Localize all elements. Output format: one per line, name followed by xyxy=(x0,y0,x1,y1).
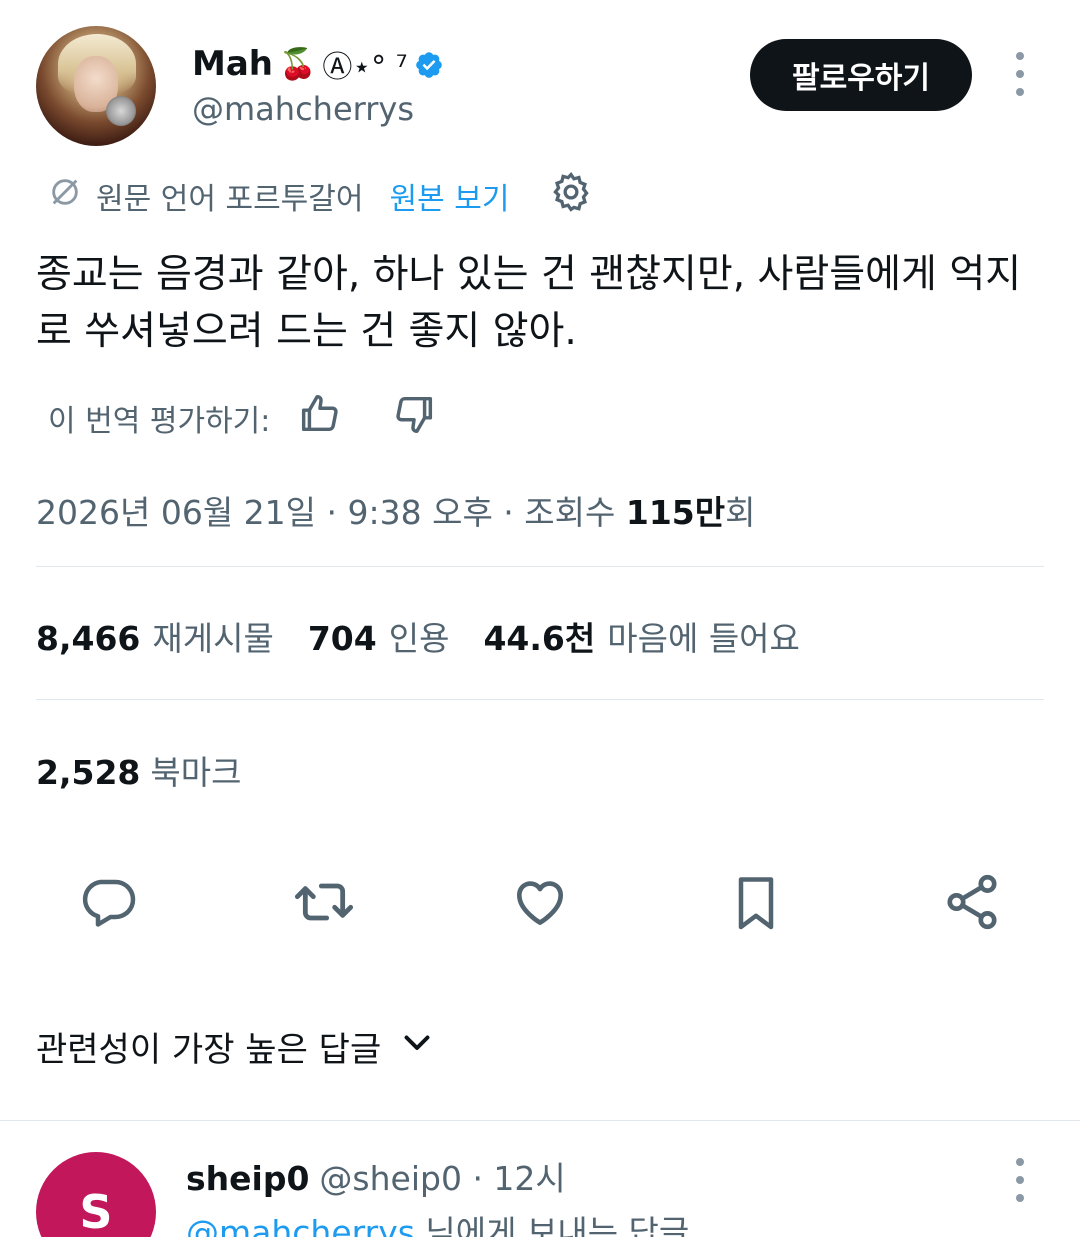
display-name-text: Mah xyxy=(192,44,273,84)
thumbs-down-icon[interactable] xyxy=(392,391,438,445)
cherry-emoji: 🍒 xyxy=(278,46,317,82)
translation-bar: 원문 언어 포르투갈어 원본 보기 xyxy=(48,170,593,222)
divider xyxy=(36,566,1044,567)
thumbs-up-icon[interactable] xyxy=(296,391,342,445)
likes-count: 44.6천 xyxy=(483,619,596,658)
reply-display-name[interactable]: sheip0 xyxy=(186,1159,309,1198)
retweets-label: 재게시물 xyxy=(152,619,274,658)
divider xyxy=(0,1120,1080,1121)
bookmarks-count: 2,528 xyxy=(36,753,141,792)
engagement-stats: 8,466 재게시물 704 인용 44.6천 마음에 들어요 xyxy=(36,612,834,660)
views-count: 115만 xyxy=(625,493,726,532)
likes-stat[interactable]: 44.6천 마음에 들어요 xyxy=(483,612,799,660)
reply-more-options-icon[interactable] xyxy=(1006,1158,1034,1202)
timestamp-date: 2026년 06월 21일 · 9:38 오후 · 조회수 xyxy=(36,493,626,532)
bookmarks-stat[interactable]: 2,528 북마크 xyxy=(36,746,241,794)
rate-translation-row: 이 번역 평가하기: xyxy=(48,390,438,446)
rate-translation-label: 이 번역 평가하기: xyxy=(48,404,271,439)
gear-icon[interactable] xyxy=(549,170,593,222)
likes-label: 마음에 들어요 xyxy=(607,619,800,658)
author-display-name[interactable]: Mah 🍒 Ⓐ⋆° ⁷ xyxy=(192,42,444,86)
reply-sort-label: 관련성이 가장 높은 답글 xyxy=(36,1030,382,1070)
chevron-down-icon xyxy=(399,1024,435,1069)
source-language-label: 원문 언어 포르투갈어 xyxy=(96,182,364,217)
follow-button[interactable]: 팔로우하기 xyxy=(750,39,972,111)
heart-icon[interactable] xyxy=(508,870,572,934)
author-handle[interactable]: @mahcherrys xyxy=(192,90,414,128)
tweet-text: 종교는 음경과 같아, 하나 있는 건 괜찮지만, 사람들에게 억지로 쑤셔넣으… xyxy=(36,252,1022,354)
author-avatar[interactable] xyxy=(36,26,156,146)
reply-mention-link[interactable]: @mahcherrys xyxy=(186,1213,415,1237)
quotes-label: 인용 xyxy=(388,619,450,658)
bookmarks-label: 북마크 xyxy=(150,753,242,792)
reply-sort-dropdown[interactable]: 관련성이 가장 높은 답글 xyxy=(36,1022,435,1071)
view-original-link[interactable]: 원본 보기 xyxy=(389,174,509,218)
reply-icon[interactable] xyxy=(76,870,140,934)
quotes-count: 704 xyxy=(307,619,377,658)
bookmark-icon[interactable] xyxy=(724,870,788,934)
retweet-icon[interactable] xyxy=(292,870,356,934)
display-name-suffix: Ⓐ⋆° ⁷ xyxy=(322,50,408,85)
translate-icon xyxy=(48,175,82,217)
views-suffix: 회 xyxy=(725,493,756,532)
reply-time: · 12시 xyxy=(461,1159,566,1198)
reply-avatar[interactable]: S xyxy=(36,1152,156,1237)
more-options-icon[interactable] xyxy=(1006,52,1034,96)
reply-item[interactable]: S sheip0 @sheip0 · 12시 @mahcherrys 님에게 보내… xyxy=(0,1122,1080,1237)
share-icon[interactable] xyxy=(940,870,1004,934)
action-bar xyxy=(0,870,1080,940)
reply-header: sheip0 @sheip0 · 12시 xyxy=(186,1152,566,1200)
retweets-count: 8,466 xyxy=(36,619,141,658)
reply-handle[interactable]: @sheip0 xyxy=(319,1159,462,1198)
divider xyxy=(36,699,1044,700)
verified-badge-icon xyxy=(414,49,444,79)
retweets-stat[interactable]: 8,466 재게시물 xyxy=(36,612,274,660)
replying-to-suffix: 님에게 보내는 답글 xyxy=(414,1213,690,1237)
quotes-stat[interactable]: 704 인용 xyxy=(308,612,450,660)
replying-to: @mahcherrys 님에게 보내는 답글 xyxy=(186,1206,689,1237)
tweet-timestamp[interactable]: 2026년 06월 21일 · 9:38 오후 · 조회수 115만회 xyxy=(36,486,755,534)
avatar-microphone xyxy=(106,96,136,126)
